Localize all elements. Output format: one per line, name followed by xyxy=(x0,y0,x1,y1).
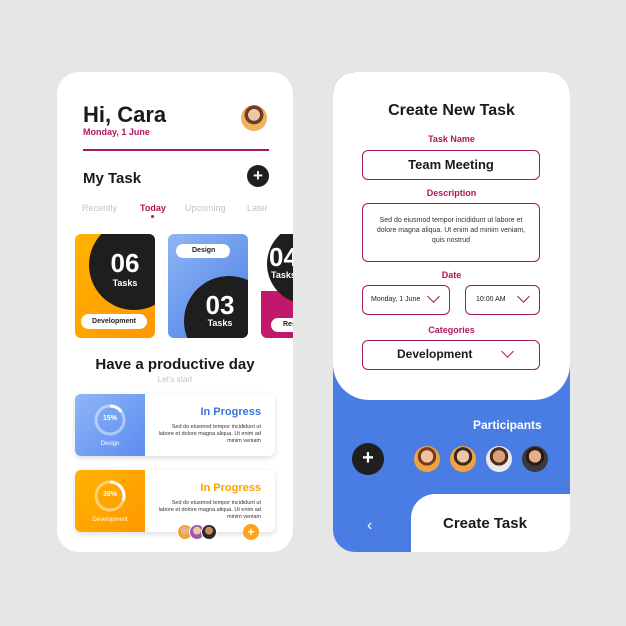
task-count-label: Tasks xyxy=(271,270,293,280)
progress-category: Design xyxy=(100,441,120,447)
header-divider xyxy=(83,149,269,151)
active-tab-indicator xyxy=(151,215,154,218)
current-date: Monday, 1 June xyxy=(83,127,150,137)
participants-label: Participants xyxy=(473,418,542,432)
tab-recently[interactable]: Recently xyxy=(82,203,117,213)
task-count: 03 xyxy=(205,290,235,320)
progress-description: Sed do eiusmod tempor incididunt ut labo… xyxy=(158,424,261,444)
date-value: Monday, 1 June xyxy=(371,296,421,303)
add-task-button[interactable]: + xyxy=(247,165,269,187)
member-avatar xyxy=(201,524,217,540)
task-card-design[interactable]: Design 03 Tasks xyxy=(168,234,248,338)
tab-today[interactable]: Today xyxy=(140,203,166,213)
home-screen: Hi, Cara Monday, 1 June My Task + Recent… xyxy=(57,72,293,552)
motivation-subtitle: Let's start xyxy=(157,375,193,384)
progress-title: In Progress xyxy=(200,406,261,418)
task-card-research[interactable]: 04 Tasks Research xyxy=(261,234,293,338)
participant-avatar[interactable] xyxy=(522,446,548,472)
description-label: Description xyxy=(426,188,477,198)
motivation-heading: Have a productive day xyxy=(95,356,255,373)
time-picker[interactable]: 10:00 AM xyxy=(465,285,540,315)
progress-card-design[interactable]: 15% Design In Progress Sed do eiusmod te… xyxy=(75,394,275,456)
time-value: 10:00 AM xyxy=(476,296,506,303)
chevron-down-icon xyxy=(501,345,514,358)
date-picker[interactable]: Monday, 1 June xyxy=(362,285,450,315)
progress-card-development[interactable]: 30% Development In Progress Sed do eiusm… xyxy=(75,470,275,532)
card-category-tag: Research xyxy=(271,318,293,332)
page-title: Create New Task xyxy=(388,102,515,119)
task-count: 04 xyxy=(269,242,293,272)
my-task-title: My Task xyxy=(83,170,142,187)
progress-description: Sed do eiusmod tempor incididunt ut labo… xyxy=(158,500,261,520)
tab-upcoming[interactable]: Upcoming xyxy=(185,203,226,213)
card-category-tag: Development xyxy=(81,314,147,329)
progress-category: Development xyxy=(92,517,128,523)
task-name-label: Task Name xyxy=(428,134,475,144)
create-task-screen: Create New Task Task Name Team Meeting D… xyxy=(333,72,570,552)
add-member-button[interactable]: + xyxy=(243,524,259,540)
progress-thumbnail: 30% Development xyxy=(75,470,145,532)
participant-avatar[interactable] xyxy=(486,446,512,472)
back-arrow-icon[interactable]: ‹ xyxy=(367,517,372,535)
task-card-development[interactable]: 06 Tasks Development xyxy=(75,234,155,338)
task-count-label: Tasks xyxy=(112,278,138,288)
participant-avatar[interactable] xyxy=(414,446,440,472)
task-name-field[interactable]: Team Meeting xyxy=(362,150,540,180)
greeting-title: Hi, Cara xyxy=(83,102,167,127)
progress-thumbnail: 15% Design xyxy=(75,394,145,456)
tab-later[interactable]: Later xyxy=(247,203,268,213)
category-select[interactable]: Development xyxy=(362,340,540,370)
description-field[interactable]: Sed do eiusmod tempor incididunt ut labo… xyxy=(362,203,540,262)
progress-title: In Progress xyxy=(200,482,261,494)
date-label: Date xyxy=(441,270,462,280)
task-count: 06 xyxy=(110,248,140,278)
chevron-down-icon xyxy=(517,290,530,303)
card-category-tag: Design xyxy=(176,244,230,258)
participant-avatar[interactable] xyxy=(450,446,476,472)
progress-percent: 30% xyxy=(102,491,117,498)
category-value: Development xyxy=(397,347,473,361)
task-count-label: Tasks xyxy=(207,318,233,328)
profile-avatar[interactable] xyxy=(241,105,267,131)
add-participant-button[interactable]: + xyxy=(352,443,384,475)
progress-percent: 15% xyxy=(102,415,117,422)
create-task-button-label[interactable]: Create Task xyxy=(443,515,527,532)
chevron-down-icon xyxy=(427,290,440,303)
categories-label: Categories xyxy=(428,325,475,335)
